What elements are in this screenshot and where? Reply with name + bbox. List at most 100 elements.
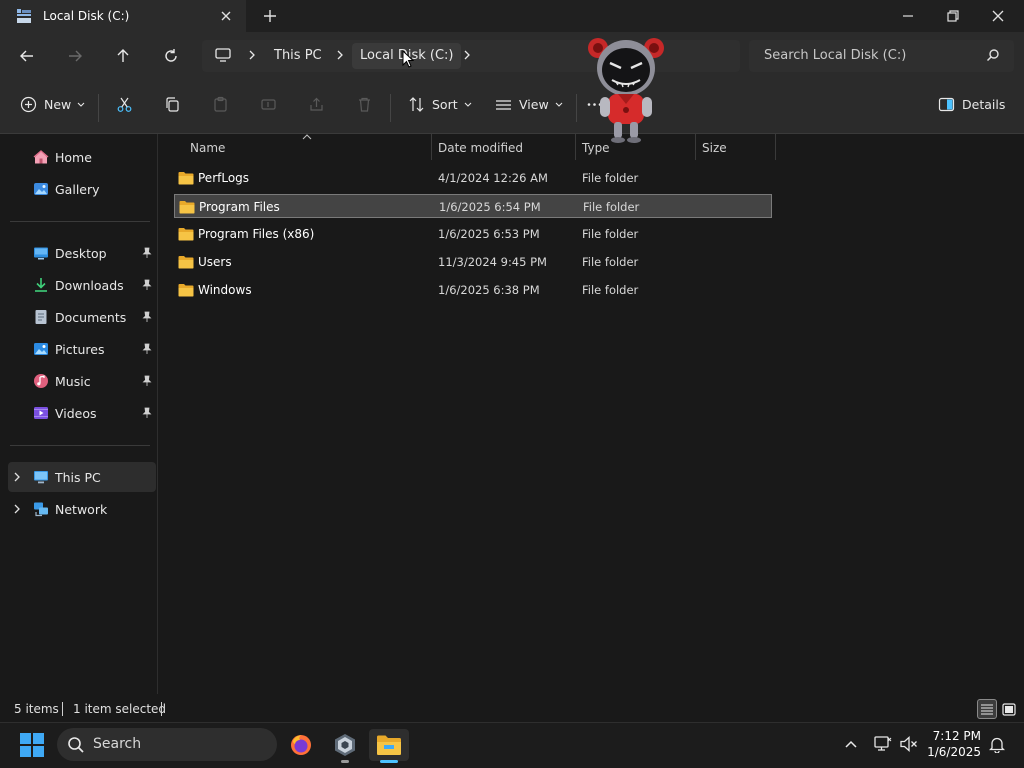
table-row[interactable]: Users 11/3/2024 9:45 PM File folder	[174, 250, 772, 274]
sidebar-item-label: Documents	[55, 310, 127, 325]
file-name: Program Files (x86)	[198, 227, 315, 241]
view-button[interactable]: View	[495, 96, 563, 113]
breadcrumb-chevron-icon[interactable]	[462, 48, 472, 62]
folder-icon	[178, 283, 194, 297]
close-window-icon[interactable]	[990, 8, 1006, 24]
table-row[interactable]: Windows 1/6/2025 6:38 PM File folder	[174, 278, 772, 302]
forward-arrow-icon[interactable]	[63, 44, 87, 68]
rename-icon	[260, 96, 277, 113]
table-row-selected[interactable]: Program Files 1/6/2025 6:54 PM File fold…	[174, 194, 772, 218]
minimize-icon[interactable]	[900, 8, 916, 24]
new-tab-plus-icon[interactable]	[262, 8, 278, 24]
up-arrow-icon[interactable]	[111, 44, 135, 68]
app-button[interactable]	[325, 729, 365, 761]
sidebar-item-label: Desktop	[55, 246, 107, 261]
documents-icon	[33, 309, 49, 325]
desktop-mascot-character[interactable]	[584, 34, 668, 144]
column-header-date-modified[interactable]: Date modified	[438, 141, 523, 155]
column-divider[interactable]	[431, 134, 432, 160]
desktop-icon	[33, 245, 49, 261]
network-status-icon[interactable]	[874, 736, 892, 752]
sidebar-item-gallery[interactable]: Gallery	[8, 174, 156, 204]
column-divider[interactable]	[575, 134, 576, 160]
cut-button[interactable]	[116, 96, 133, 113]
sidebar-item-desktop[interactable]: Desktop	[8, 238, 156, 268]
home-icon	[33, 149, 49, 165]
sidebar-item-this-pc[interactable]: This PC	[8, 462, 156, 492]
sort-label: Sort	[432, 97, 458, 112]
column-header-name[interactable]: Name	[190, 141, 225, 155]
music-icon	[33, 373, 49, 389]
sidebar-item-label: Network	[55, 502, 108, 517]
downloads-icon	[33, 277, 49, 293]
running-indicator	[341, 760, 349, 763]
pin-icon[interactable]	[142, 279, 152, 291]
pin-icon[interactable]	[142, 247, 152, 259]
sort-ascending-icon	[302, 134, 312, 140]
sidebar-item-network[interactable]: Network	[8, 494, 156, 524]
sidebar-item-pictures[interactable]: Pictures	[8, 334, 156, 364]
tab-title: Local Disk (C:)	[43, 9, 130, 23]
breadcrumb-this-pc[interactable]: This PC	[274, 48, 322, 63]
sidebar-item-home[interactable]: Home	[8, 142, 156, 172]
pin-icon[interactable]	[142, 375, 152, 387]
sort-button[interactable]: Sort	[408, 96, 472, 113]
new-button[interactable]: New	[20, 96, 85, 113]
notification-bell-icon[interactable]	[989, 736, 1005, 753]
search-icon[interactable]	[986, 48, 1000, 62]
sidebar-item-downloads[interactable]: Downloads	[8, 270, 156, 300]
refresh-icon[interactable]	[159, 44, 183, 68]
file-date-modified: 4/1/2024 12:26 AM	[438, 171, 548, 185]
folder-icon	[179, 200, 195, 214]
pin-icon[interactable]	[142, 311, 152, 323]
tab-close-icon[interactable]	[218, 8, 234, 24]
table-row[interactable]: Program Files (x86) 1/6/2025 6:53 PM Fil…	[174, 222, 772, 246]
tiles-view-icon	[1002, 702, 1016, 716]
back-arrow-icon[interactable]	[15, 44, 39, 68]
taskbar-search-box[interactable]	[57, 728, 277, 761]
pin-icon[interactable]	[142, 407, 152, 419]
windows-start-icon[interactable]	[20, 733, 44, 757]
clock-date[interactable]: 1/6/2025	[925, 745, 981, 759]
chevron-down-icon	[464, 102, 472, 108]
column-divider[interactable]	[695, 134, 696, 160]
delete-button[interactable]	[356, 96, 373, 113]
sidebar-item-documents[interactable]: Documents	[8, 302, 156, 332]
rename-button[interactable]	[260, 96, 277, 113]
search-icon	[67, 736, 85, 754]
copy-button[interactable]	[164, 96, 181, 113]
details-view-button[interactable]	[977, 699, 997, 719]
tiles-view-button[interactable]	[999, 699, 1019, 719]
column-divider[interactable]	[775, 134, 776, 160]
mouse-cursor-icon	[402, 50, 414, 68]
details-pane-button[interactable]: Details	[938, 96, 1005, 113]
breadcrumb-chevron-icon[interactable]	[247, 48, 257, 62]
network-icon	[33, 501, 49, 517]
clock-time[interactable]: 7:12 PM	[925, 729, 981, 743]
firefox-app-button[interactable]	[281, 729, 321, 761]
table-row[interactable]: PerfLogs 4/1/2024 12:26 AM File folder	[174, 166, 772, 190]
sidebar-item-videos[interactable]: Videos	[8, 398, 156, 428]
sidebar-item-label: Pictures	[55, 342, 105, 357]
column-header-size[interactable]: Size	[702, 141, 727, 155]
paste-button[interactable]	[212, 96, 229, 113]
file-explorer-tab-icon	[16, 8, 32, 24]
scissors-icon	[116, 96, 133, 113]
volume-muted-icon[interactable]	[900, 736, 918, 752]
this-pc-icon	[33, 469, 49, 485]
computer-icon[interactable]	[214, 47, 232, 63]
file-explorer-app-button[interactable]	[369, 729, 409, 761]
sidebar-divider	[10, 445, 150, 446]
sidebar-item-music[interactable]: Music	[8, 366, 156, 396]
pin-icon[interactable]	[142, 343, 152, 355]
chevron-right-icon[interactable]	[12, 503, 22, 515]
file-date-modified: 1/6/2025 6:53 PM	[438, 227, 540, 241]
chevron-down-icon	[77, 102, 85, 108]
chevron-right-icon[interactable]	[12, 471, 22, 483]
restore-icon[interactable]	[945, 8, 961, 24]
file-type: File folder	[582, 227, 639, 241]
file-date-modified: 11/3/2024 9:45 PM	[438, 255, 547, 269]
breadcrumb-chevron-icon[interactable]	[335, 48, 345, 62]
show-hidden-icons-chevron-icon[interactable]	[844, 737, 858, 751]
share-button[interactable]	[308, 96, 325, 113]
